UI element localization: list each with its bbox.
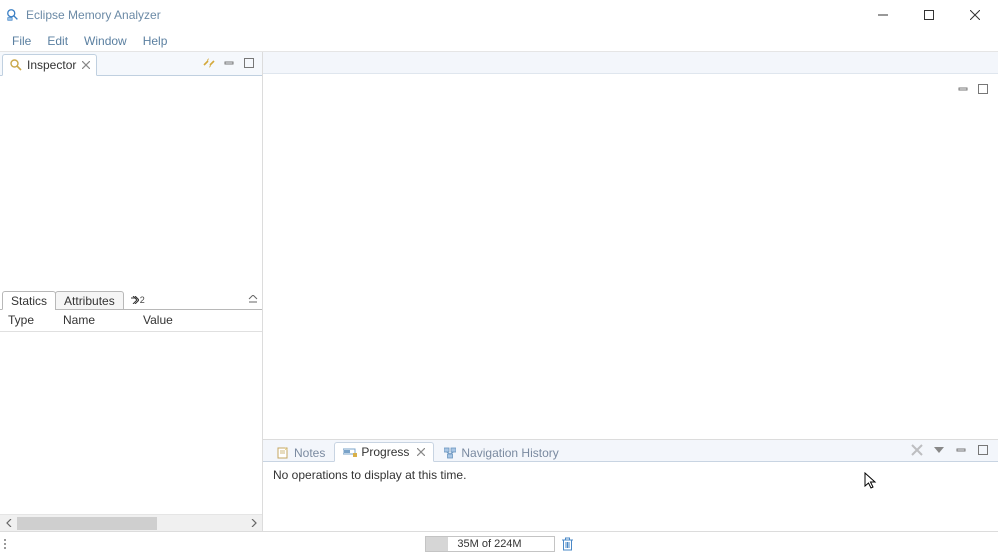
minimize-bottom-icon[interactable] (954, 443, 968, 457)
inspector-tab-label: Inspector (27, 58, 76, 72)
right-pane: Notes Progress Navigation History (263, 52, 998, 531)
inspector-body-top (0, 76, 262, 290)
progress-icon (343, 445, 357, 459)
h-scrollbar[interactable] (0, 514, 262, 531)
maximize-button[interactable] (906, 0, 952, 30)
tab-notes-label: Notes (294, 446, 325, 460)
heap-widget: 35M of 224M (425, 535, 574, 553)
titlebar: Eclipse Memory Analyzer (0, 0, 998, 30)
notes-icon (276, 446, 290, 460)
inspector-toolbar (202, 51, 262, 75)
window-controls (860, 0, 998, 30)
heap-bar[interactable]: 35M of 224M (425, 536, 555, 552)
inspector-tabbar: Inspector (0, 52, 262, 76)
tab-progress-label: Progress (361, 445, 409, 459)
editor-minimize-icon[interactable] (956, 82, 970, 96)
tab-nav-label: Navigation History (461, 446, 558, 460)
bottom-tabs: Notes Progress Navigation History (263, 440, 998, 462)
col-value[interactable]: Value (135, 310, 262, 331)
inspector-mid-tabs: Statics Attributes 2 (0, 290, 262, 310)
editor-area (263, 74, 998, 439)
table-body (0, 332, 262, 514)
left-pane: Inspector Statics (0, 52, 263, 531)
trash-icon[interactable] (561, 537, 574, 551)
inspector-icon (9, 58, 23, 72)
statusbar: 35M of 224M (0, 531, 998, 555)
remove-all-icon[interactable] (910, 443, 924, 457)
scroll-track[interactable] (17, 515, 245, 532)
tab-navigation-history[interactable]: Navigation History (434, 442, 567, 462)
workspace: Inspector Statics (0, 52, 998, 531)
maximize-view-icon[interactable] (242, 56, 256, 70)
col-name[interactable]: Name (55, 310, 135, 331)
tab-notes[interactable]: Notes (267, 442, 334, 462)
minimize-view-icon[interactable] (222, 56, 236, 70)
close-icon[interactable] (417, 448, 425, 456)
tab-overflow-count: 2 (140, 295, 145, 305)
maximize-bottom-icon[interactable] (976, 443, 990, 457)
progress-body: No operations to display at this time. (263, 462, 998, 531)
tab-progress[interactable]: Progress (334, 442, 434, 462)
scroll-thumb[interactable] (17, 517, 157, 530)
table-headers: Type Name Value (0, 310, 262, 332)
heap-text: 35M of 224M (457, 538, 521, 550)
tab-statics-label: Statics (11, 294, 47, 308)
menubar: File Edit Window Help (0, 30, 998, 52)
menu-edit[interactable]: Edit (39, 32, 76, 50)
minimize-button[interactable] (860, 0, 906, 30)
bottom-view-stack: Notes Progress Navigation History (263, 439, 998, 531)
tab-attributes-label: Attributes (64, 294, 115, 308)
tab-statics[interactable]: Statics (2, 291, 56, 310)
progress-message: No operations to display at this time. (273, 468, 466, 482)
editor-controls (956, 82, 990, 96)
table-maximize-icon[interactable] (248, 290, 258, 309)
inspector-tab[interactable]: Inspector (2, 54, 97, 76)
col-type[interactable]: Type (0, 310, 55, 331)
menu-window[interactable]: Window (76, 32, 135, 50)
view-menu-icon[interactable] (932, 443, 946, 457)
app-icon (6, 8, 20, 22)
tab-attributes[interactable]: Attributes (55, 291, 124, 310)
close-icon[interactable] (82, 61, 90, 69)
menu-help[interactable]: Help (135, 32, 176, 50)
close-button[interactable] (952, 0, 998, 30)
tab-overflow[interactable]: 2 (127, 290, 149, 309)
cursor-icon (864, 472, 878, 490)
editor-maximize-icon[interactable] (976, 82, 990, 96)
navigation-icon (443, 446, 457, 460)
window-title: Eclipse Memory Analyzer (26, 8, 161, 22)
menu-file[interactable]: File (4, 32, 39, 50)
statusbar-grip-icon[interactable] (4, 539, 6, 549)
link-icon[interactable] (202, 56, 216, 70)
scroll-left-icon[interactable] (0, 515, 17, 532)
titlebar-left: Eclipse Memory Analyzer (6, 8, 161, 22)
scroll-right-icon[interactable] (245, 515, 262, 532)
heap-fill (426, 537, 448, 551)
editor-toolbar (263, 52, 998, 74)
bottom-tabs-toolbar (910, 439, 998, 461)
